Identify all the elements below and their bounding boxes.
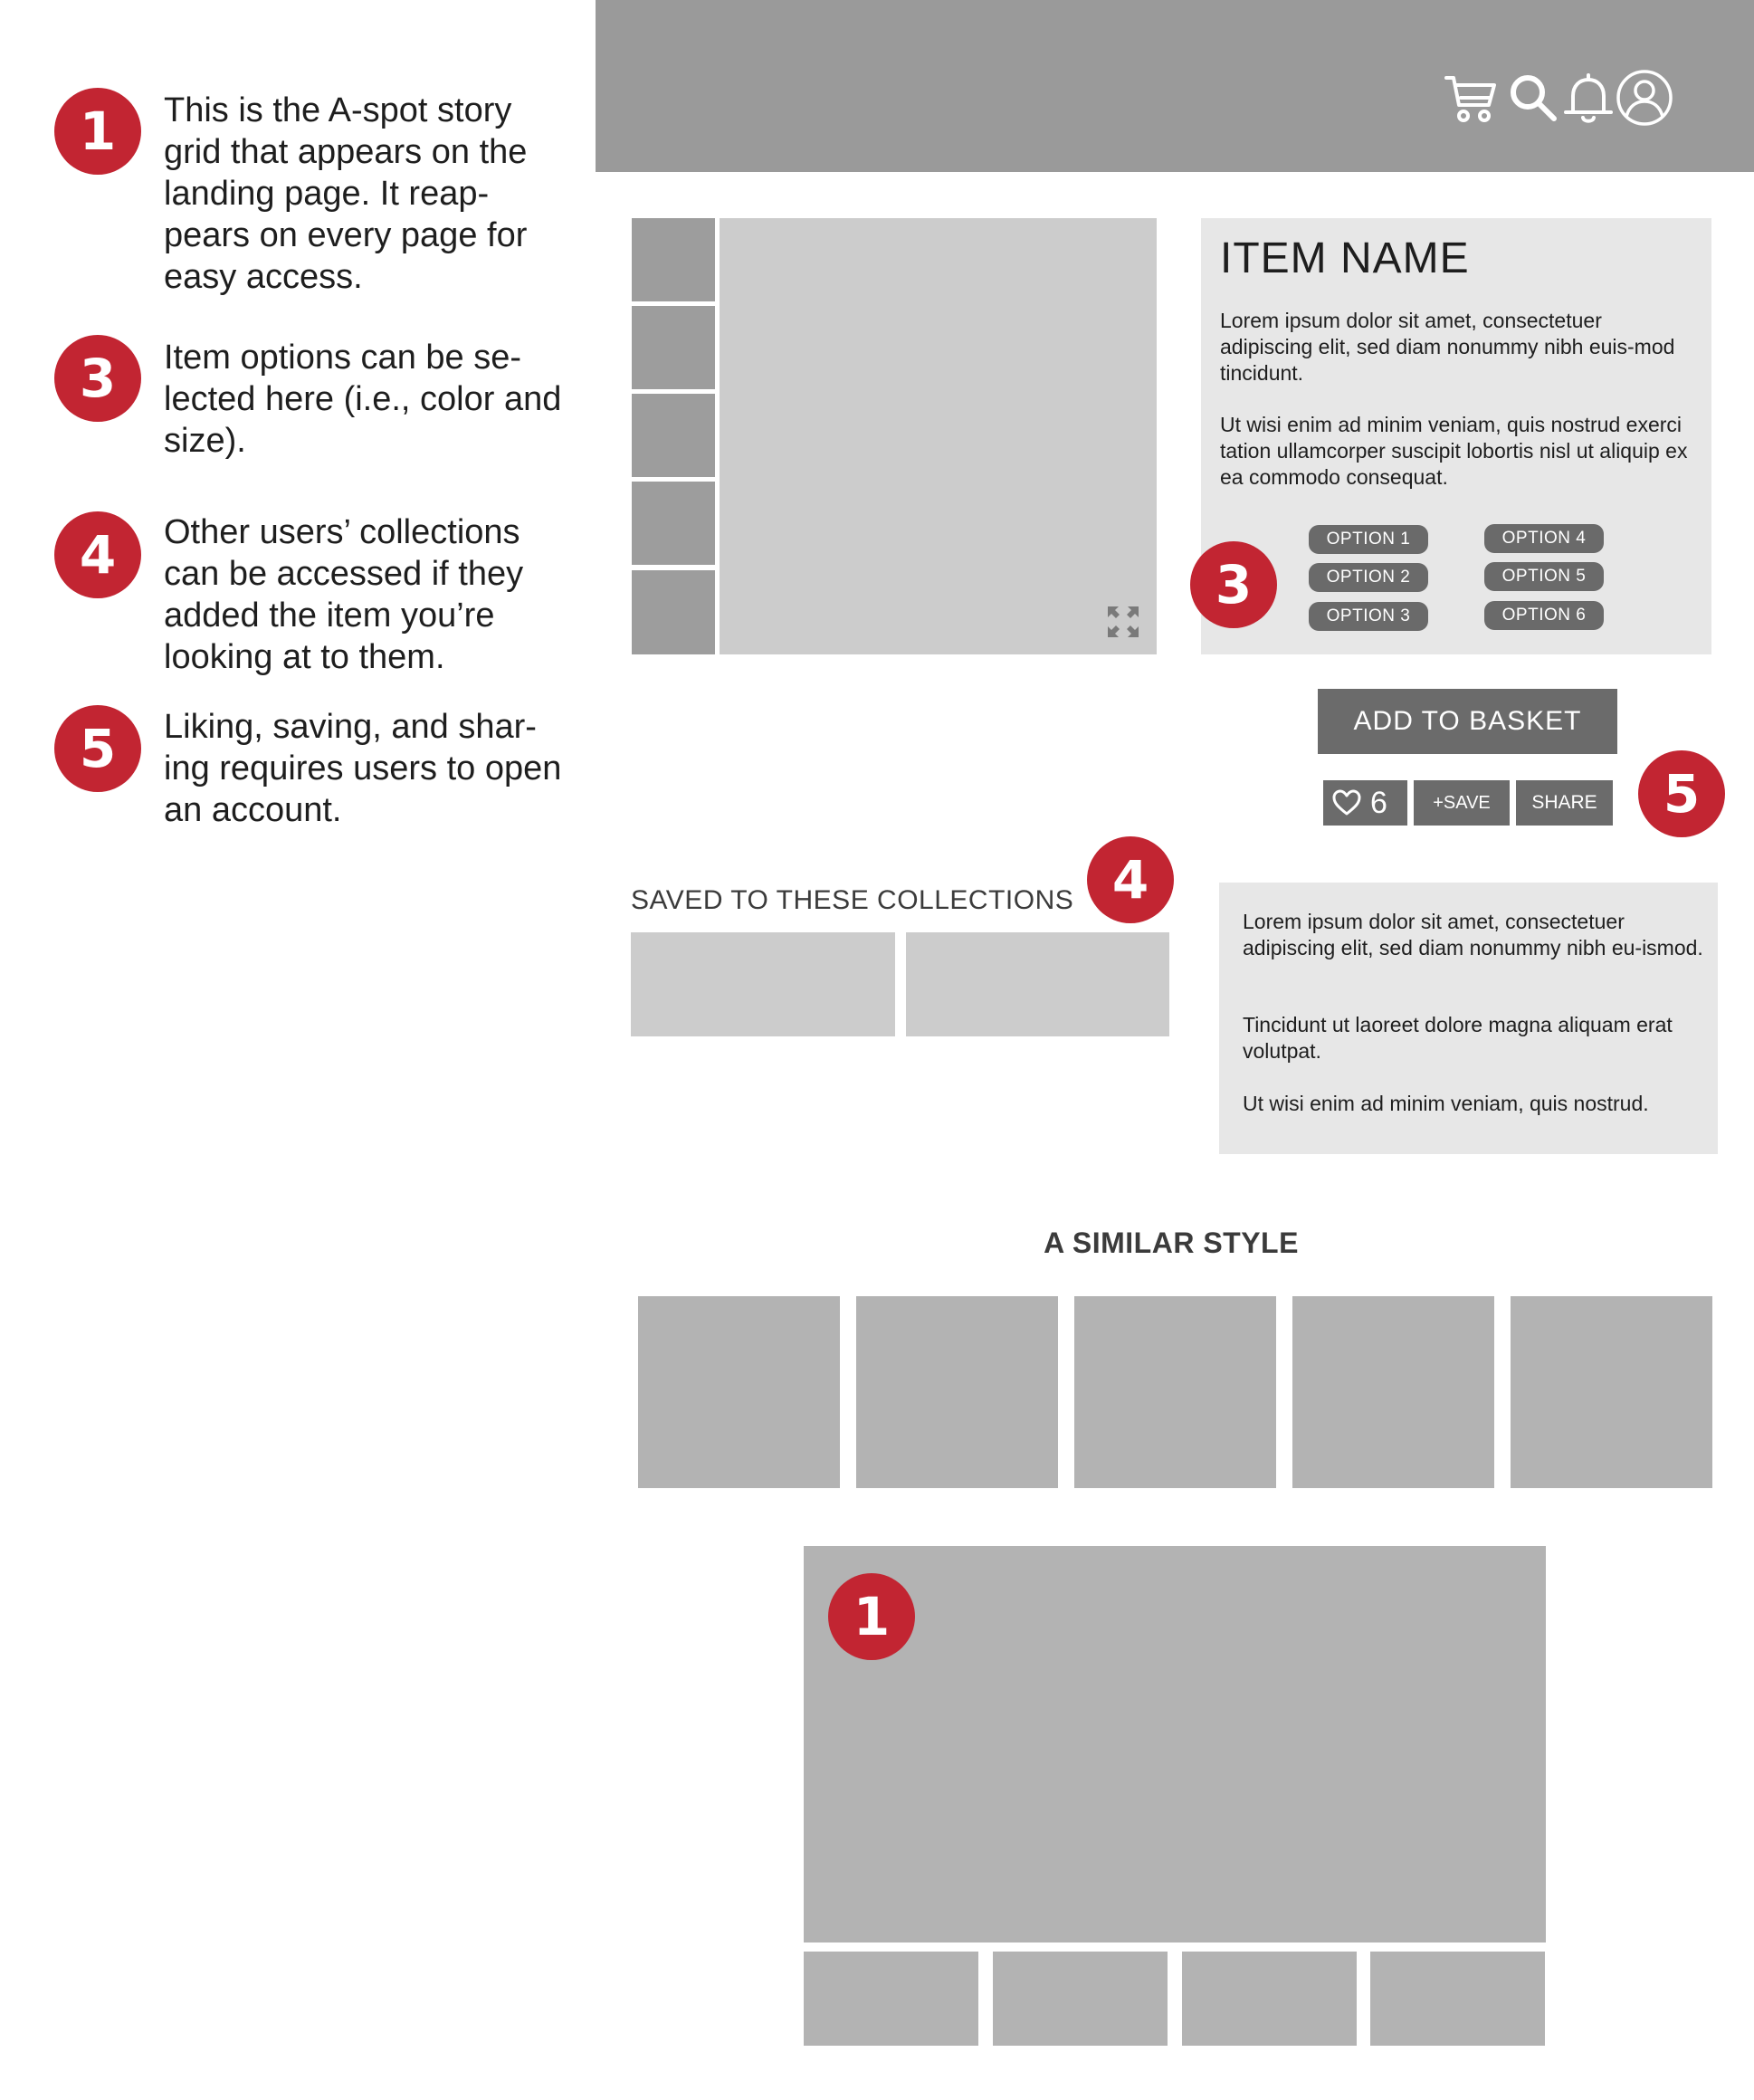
legend-badge-4: 4 xyxy=(54,511,141,598)
option-5-button[interactable]: OPTION 5 xyxy=(1484,562,1604,591)
annotation-badge-4: 4 xyxy=(1087,836,1174,923)
item-description: Ut wisi enim ad minim veniam, quis nostr… xyxy=(1220,413,1688,489)
gallery-thumbnail[interactable] xyxy=(632,218,715,301)
similar-item-card[interactable] xyxy=(638,1296,840,1488)
item-description: Lorem ipsum dolor sit amet, consectetuer… xyxy=(1220,309,1675,385)
similar-style-title: A SIMILAR STYLE xyxy=(1044,1227,1299,1259)
story-grid-item[interactable] xyxy=(993,1952,1168,2046)
bell-icon[interactable] xyxy=(1560,71,1616,127)
collections-title: SAVED TO THESE COLLECTIONS xyxy=(631,885,1074,915)
share-button[interactable]: SHARE xyxy=(1516,780,1613,826)
option-4-button[interactable]: OPTION 4 xyxy=(1484,524,1604,553)
site-header xyxy=(596,0,1754,172)
annotation-badge-5: 5 xyxy=(1638,750,1725,837)
cart-icon[interactable] xyxy=(1444,71,1500,127)
legend-text-1: This is the A-spot story grid that appea… xyxy=(164,91,528,296)
main-product-image[interactable] xyxy=(720,218,1157,654)
option-3-button[interactable]: OPTION 3 xyxy=(1309,602,1428,631)
legend-badge-3: 3 xyxy=(54,335,141,422)
search-icon[interactable] xyxy=(1506,71,1562,127)
legend-badge-5: 5 xyxy=(54,705,141,792)
gallery-thumbnail[interactable] xyxy=(632,482,715,565)
collection-card[interactable] xyxy=(631,932,895,1036)
add-to-basket-button[interactable]: ADD TO BASKET xyxy=(1318,689,1617,754)
heart-icon xyxy=(1332,789,1361,816)
expand-icon[interactable] xyxy=(1106,605,1140,639)
gallery-thumbnail[interactable] xyxy=(632,570,715,654)
story-grid-item[interactable] xyxy=(804,1952,978,2046)
similar-item-card[interactable] xyxy=(1511,1296,1712,1488)
like-button[interactable]: 6 xyxy=(1323,780,1407,826)
like-count: 6 xyxy=(1370,786,1387,820)
legend-text-4: Other users’ collections can be accessed… xyxy=(164,513,524,676)
gallery-thumbnail[interactable] xyxy=(632,394,715,477)
legend-text-5: Liking, saving, and shar-ing requires us… xyxy=(164,708,562,829)
option-6-button[interactable]: OPTION 6 xyxy=(1484,601,1604,630)
annotation-badge-3: 3 xyxy=(1190,541,1277,628)
story-grid-item[interactable] xyxy=(1370,1952,1545,2046)
details-text: Tincidunt ut laoreet dolore magna aliqua… xyxy=(1243,1013,1673,1063)
story-grid-item[interactable] xyxy=(1182,1952,1357,2046)
item-name: ITEM NAME xyxy=(1220,234,1470,282)
similar-item-card[interactable] xyxy=(1292,1296,1494,1488)
story-grid-main[interactable] xyxy=(804,1546,1546,1942)
save-button[interactable]: +SAVE xyxy=(1414,780,1510,826)
option-2-button[interactable]: OPTION 2 xyxy=(1309,563,1428,592)
legend-text-3: Item options can be se-lected here (i.e.… xyxy=(164,339,562,460)
annotation-badge-1: 1 xyxy=(828,1573,915,1660)
user-icon[interactable] xyxy=(1615,68,1674,128)
option-1-button[interactable]: OPTION 1 xyxy=(1309,525,1428,554)
details-text: Lorem ipsum dolor sit amet, consectetuer… xyxy=(1243,910,1703,959)
collection-card[interactable] xyxy=(906,932,1169,1036)
gallery-thumbnail[interactable] xyxy=(632,306,715,389)
legend-badge-1: 1 xyxy=(54,88,141,175)
details-text: Ut wisi enim ad minim veniam, quis nostr… xyxy=(1243,1092,1649,1115)
similar-item-card[interactable] xyxy=(1074,1296,1276,1488)
similar-item-card[interactable] xyxy=(856,1296,1058,1488)
